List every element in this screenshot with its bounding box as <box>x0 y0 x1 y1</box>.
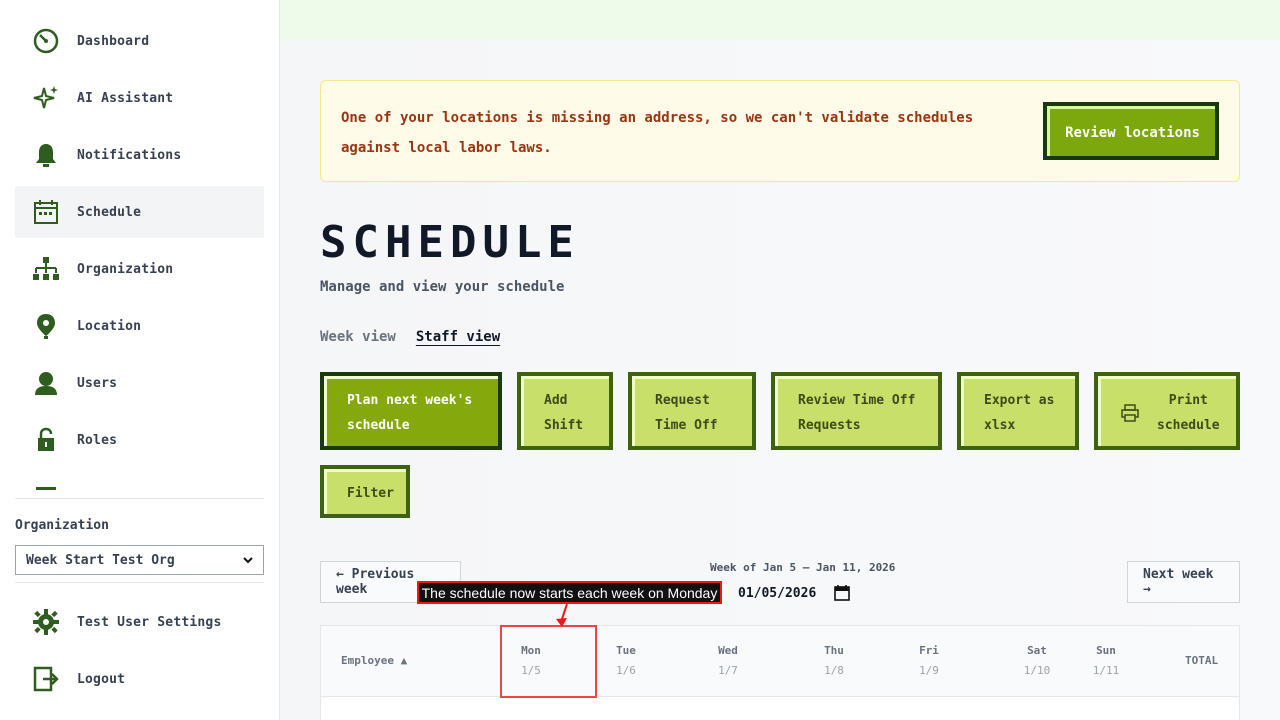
settings-label: Test User Settings <box>77 614 222 630</box>
tab-staff-view[interactable]: Staff view <box>416 329 500 345</box>
schedule-table-body <box>320 697 1240 720</box>
day-header-sat[interactable]: Sat 1/10 <box>1022 641 1052 681</box>
day-header-tue[interactable]: Tue 1/6 <box>615 641 637 681</box>
sidebar-item-notifications[interactable]: Notifications <box>15 129 264 181</box>
gear-icon <box>30 606 62 638</box>
total-column-header: TOTAL <box>1185 654 1219 667</box>
week-date-value: 01/05/2026 <box>738 585 817 601</box>
week-range-label: Week of Jan 5 – Jan 11, 2026 <box>710 561 896 574</box>
sidebar-divider <box>15 582 264 583</box>
day-name: Sat <box>1027 644 1047 657</box>
calendar-icon <box>30 196 62 228</box>
sidebar-item-organization[interactable]: Organization <box>15 243 264 295</box>
page-title: SCHEDULE <box>320 217 580 268</box>
view-tabs: Week view Staff view <box>320 329 500 345</box>
review-locations-button[interactable]: Review locations <box>1043 102 1219 160</box>
next-week-label: Next week → <box>1143 567 1214 597</box>
day-name: Sun <box>1096 644 1116 657</box>
day-date: 1/7 <box>718 664 738 677</box>
add-shift-button[interactable]: Add Shift <box>517 372 613 450</box>
plan-next-week-button[interactable]: Plan next week's schedule <box>320 372 502 450</box>
sidebar-item-label: Dashboard <box>77 33 150 49</box>
top-banner <box>280 0 1280 40</box>
sidebar-item-label: Location <box>77 318 142 334</box>
alert-message: One of your locations is missing an addr… <box>341 110 974 156</box>
sidebar-item-label: AI Assistant <box>77 90 174 106</box>
tooltip-arrow-icon <box>556 603 568 627</box>
logout-icon <box>30 663 62 695</box>
day-name: Fri <box>919 644 939 657</box>
sidebar-item-users[interactable]: Users <box>15 357 264 409</box>
sidebar-item-label: Users <box>77 375 118 391</box>
sidebar-divider <box>15 498 264 499</box>
org-select-value: Week Start Test Org <box>26 552 175 568</box>
tooltip-text: The schedule now starts each week on Mon… <box>419 583 720 602</box>
sidebar-item-ai-assistant[interactable]: AI Assistant <box>15 72 264 124</box>
chevron-down-icon <box>243 557 253 564</box>
logout-label: Logout <box>77 671 126 687</box>
day-date: 1/10 <box>1023 664 1051 677</box>
export-xlsx-button[interactable]: Export as xlsx <box>957 372 1079 450</box>
sidebar-item-roles[interactable]: Roles <box>15 414 264 466</box>
day-header-wed[interactable]: Wed 1/7 <box>717 641 739 681</box>
sidebar-item-label: Organization <box>77 261 174 277</box>
request-time-off-button[interactable]: Request Time Off <box>628 372 756 450</box>
sidebar-item-label: Notifications <box>77 147 182 163</box>
review-time-off-label: Review Time Off Requests <box>798 392 916 433</box>
user-icon <box>30 367 62 399</box>
day-date: 1/11 <box>1092 664 1120 677</box>
bell-icon <box>30 139 62 171</box>
day-name: Thu <box>824 644 844 657</box>
dashboard-icon <box>30 25 62 57</box>
employee-column-header[interactable]: Employee ▲ <box>341 651 407 671</box>
plan-next-week-label: Plan next week's schedule <box>347 392 473 433</box>
day-date: 1/8 <box>824 664 844 677</box>
day-date: 1/9 <box>919 664 939 677</box>
day-date: 1/6 <box>616 664 636 677</box>
review-time-off-button[interactable]: Review Time Off Requests <box>771 372 942 450</box>
page-subtitle: Manage and view your schedule <box>320 279 565 295</box>
tab-week-view[interactable]: Week view <box>320 329 396 345</box>
day-name: Tue <box>616 644 636 657</box>
sidebar-item-label: Schedule <box>77 204 142 220</box>
day-header-fri[interactable]: Fri 1/9 <box>918 641 940 681</box>
request-time-off-label: Request Time Off <box>655 392 718 433</box>
lock-icon <box>30 424 62 456</box>
sidebar-item-location[interactable]: Location <box>15 300 264 352</box>
add-shift-label: Add Shift <box>544 392 584 433</box>
partial-icon <box>30 481 62 493</box>
day-header-thu[interactable]: Thu 1/8 <box>823 641 845 681</box>
sidebar-item-dashboard[interactable]: Dashboard <box>15 15 264 67</box>
day-name: Wed <box>718 644 738 657</box>
settings-link[interactable]: Test User Settings <box>30 606 221 638</box>
print-schedule-button[interactable]: Print schedule <box>1094 372 1240 450</box>
sidebar: Dashboard AI Assistant Notifications Sch… <box>0 0 280 720</box>
print-schedule-label: Print schedule <box>1157 392 1220 433</box>
export-xlsx-label: Export as xlsx <box>984 392 1055 433</box>
day-header-sun[interactable]: Sun 1/11 <box>1091 641 1121 681</box>
next-week-button[interactable]: Next week → <box>1127 561 1240 603</box>
monday-column-highlight <box>500 625 597 698</box>
filter-button[interactable]: Filter <box>320 465 410 518</box>
printer-icon <box>1121 403 1139 422</box>
sidebar-item-label: Roles <box>77 432 118 448</box>
org-select[interactable]: Week Start Test Org <box>15 545 264 575</box>
review-locations-label: Review locations <box>1047 106 1215 156</box>
logout-link[interactable]: Logout <box>30 663 125 695</box>
sidebar-item-more[interactable] <box>15 471 264 493</box>
monday-start-tooltip: The schedule now starts each week on Mon… <box>417 581 722 604</box>
org-chart-icon <box>30 253 62 285</box>
sparkle-icon <box>30 82 62 114</box>
sidebar-item-schedule[interactable]: Schedule <box>15 186 264 238</box>
filter-label: Filter <box>347 485 394 501</box>
sidebar-nav: Dashboard AI Assistant Notifications Sch… <box>15 15 264 493</box>
week-date-input[interactable]: 01/05/2026 <box>738 583 850 603</box>
address-warning-alert: One of your locations is missing an addr… <box>320 80 1240 182</box>
location-pin-icon <box>30 310 62 342</box>
org-label: Organization <box>15 518 109 533</box>
calendar-picker-icon[interactable] <box>834 585 850 601</box>
